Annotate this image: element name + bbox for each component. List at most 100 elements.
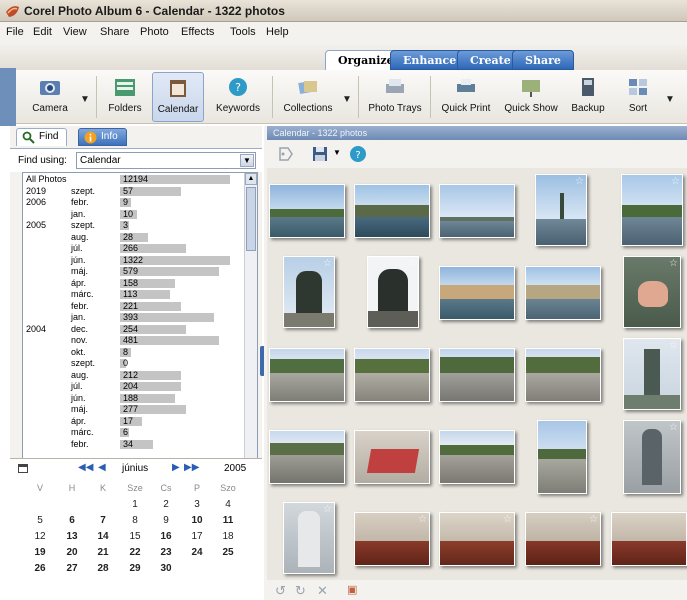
prev-year-icon[interactable]: ◀◀ (78, 462, 93, 473)
collections-button[interactable]: Collections (278, 72, 338, 122)
tab-info[interactable]: Info (78, 128, 127, 146)
calendar-day[interactable]: 5 (25, 515, 55, 526)
calendar-day[interactable]: 11 (213, 515, 243, 526)
date-list-row[interactable]: ápr. 158 (23, 278, 245, 289)
menu-help[interactable]: Help (266, 26, 289, 38)
calendar-day[interactable]: 17 (182, 531, 212, 542)
calendar-day[interactable]: 18 (213, 531, 243, 542)
calendar-day[interactable]: 2 (151, 499, 181, 510)
help-icon[interactable]: ? (349, 145, 367, 163)
quick-print-button[interactable]: Quick Print (438, 72, 494, 122)
photo-thumbnail[interactable] (439, 430, 515, 484)
camera-button[interactable]: Camera (24, 72, 76, 122)
collections-dropdown-arrow[interactable]: ▼ (342, 94, 352, 105)
sort-button[interactable]: Sort (618, 72, 658, 122)
calendar-day[interactable]: 14 (88, 531, 118, 542)
photo-thumbnail[interactable] (439, 348, 515, 402)
photo-thumbnail[interactable]: ☆ (439, 512, 515, 566)
backup-button[interactable]: Backup (566, 72, 610, 122)
date-list-row[interactable]: máj. 579 (23, 266, 245, 277)
next-month-icon[interactable]: ▶ (172, 462, 180, 473)
photo-thumbnail[interactable] (269, 348, 345, 402)
menu-share[interactable]: Share (100, 26, 129, 38)
image-tool-icon[interactable]: ▣ (347, 583, 357, 596)
date-list-row[interactable]: febr. 34 (23, 439, 245, 450)
photo-thumbnail[interactable] (611, 512, 687, 566)
date-list-row[interactable]: aug. 28 (23, 232, 245, 243)
sort-dropdown-arrow[interactable]: ▼ (665, 94, 675, 105)
calendar-day[interactable]: 12 (25, 531, 55, 542)
date-list-row[interactable]: 2006 febr. 9 (23, 197, 245, 208)
calendar-day[interactable]: 8 (120, 515, 150, 526)
date-list-row[interactable]: jan. 393 (23, 312, 245, 323)
menu-view[interactable]: View (63, 26, 87, 38)
photo-thumbnail[interactable] (354, 184, 430, 238)
date-list-row[interactable]: nov. 481 (23, 335, 245, 346)
star-icon[interactable]: ☆ (503, 514, 512, 525)
save-dropdown-arrow[interactable]: ▼ (333, 148, 341, 157)
calendar-day[interactable]: 22 (120, 547, 150, 558)
calendar-day[interactable]: 1 (120, 499, 150, 510)
tag-icon[interactable] (277, 145, 295, 163)
photo-thumbnail[interactable]: ☆ (623, 420, 681, 494)
calendar-day[interactable]: 29 (120, 563, 150, 574)
calendar-day[interactable]: 21 (88, 547, 118, 558)
photo-thumbnail[interactable]: ☆ (367, 256, 419, 328)
star-icon[interactable]: ☆ (671, 176, 680, 187)
photo-thumbnail[interactable]: ☆ (283, 502, 335, 574)
quick-show-button[interactable]: Quick Show (500, 72, 562, 122)
chevron-down-icon[interactable]: ▼ (240, 154, 254, 167)
photo-thumbnail[interactable] (354, 430, 430, 484)
photo-thumbnail[interactable] (525, 266, 601, 320)
calendar-day[interactable]: 15 (120, 531, 150, 542)
photo-thumbnail[interactable]: ☆ (621, 174, 683, 246)
photo-thumbnail[interactable]: ☆ (623, 338, 681, 410)
scroll-up-icon[interactable]: ▲ (245, 173, 257, 185)
date-list-row[interactable]: okt. 8 (23, 347, 245, 358)
keywords-button[interactable]: ? Keywords (210, 72, 266, 122)
star-icon[interactable]: ☆ (323, 258, 332, 269)
calendar-day[interactable]: 19 (25, 547, 55, 558)
photo-thumbnail[interactable] (269, 184, 345, 238)
star-icon[interactable]: ☆ (418, 514, 427, 525)
menu-effects[interactable]: Effects (181, 26, 214, 38)
photo-thumbnail[interactable]: ☆ (283, 256, 335, 328)
calendar-day[interactable]: 4 (213, 499, 243, 510)
date-list-row[interactable]: 2004 dec. 254 (23, 324, 245, 335)
date-list-row[interactable]: jún. 1322 (23, 255, 245, 266)
date-list-row[interactable]: júl. 204 (23, 381, 245, 392)
star-icon[interactable]: ☆ (575, 176, 584, 187)
calendar-day[interactable]: 6 (57, 515, 87, 526)
photo-thumbnail[interactable]: ☆ (623, 256, 681, 328)
save-icon[interactable] (311, 145, 329, 163)
find-using-select[interactable]: Calendar ▼ (76, 152, 256, 169)
date-list-row[interactable]: máj. 277 (23, 404, 245, 415)
prev-month-icon[interactable]: ◀ (98, 462, 106, 473)
calendar-day[interactable]: 3 (182, 499, 212, 510)
menu-edit[interactable]: Edit (33, 26, 52, 38)
calendar-day[interactable]: 7 (88, 515, 118, 526)
date-list-row[interactable]: jún. 188 (23, 393, 245, 404)
tab-find[interactable]: Find (16, 128, 68, 146)
date-list-row[interactable]: All Photos 12194 (23, 174, 245, 185)
calendar-day[interactable]: 30 (151, 563, 181, 574)
menu-photo[interactable]: Photo (140, 26, 169, 38)
star-icon[interactable]: ☆ (669, 422, 678, 433)
calendar-day[interactable]: 23 (151, 547, 181, 558)
star-icon[interactable]: ☆ (669, 258, 678, 269)
photo-thumbnail[interactable]: ☆ (535, 174, 587, 246)
date-list-row[interactable]: júl. 266 (23, 243, 245, 254)
calendar-button[interactable]: Calendar (152, 72, 204, 122)
date-list-row[interactable]: ápr. 17 (23, 416, 245, 427)
photo-thumbnail[interactable] (354, 348, 430, 402)
delete-icon[interactable]: ✕ (317, 583, 328, 599)
date-list-row[interactable]: szept. 0 (23, 358, 245, 369)
next-year-icon[interactable]: ▶▶ (184, 462, 199, 473)
date-list-row[interactable]: aug. 212 (23, 370, 245, 381)
star-icon[interactable]: ☆ (407, 258, 416, 269)
calendar-day[interactable]: 20 (57, 547, 87, 558)
calendar-day[interactable]: 13 (57, 531, 87, 542)
photo-thumbnail[interactable] (537, 420, 587, 494)
scroll-thumb[interactable] (246, 187, 256, 251)
tab-share[interactable]: Share (512, 50, 574, 70)
